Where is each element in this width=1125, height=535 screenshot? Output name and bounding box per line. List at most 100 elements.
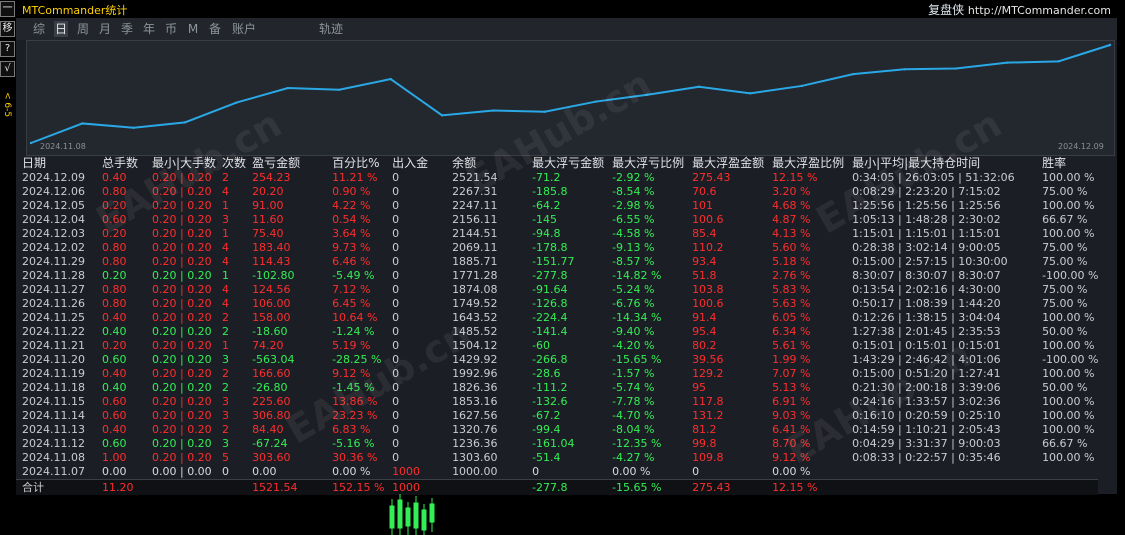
table-cell: 85.4 — [692, 227, 717, 240]
tab-7[interactable]: M — [186, 21, 200, 37]
tab-4[interactable]: 季 — [120, 21, 134, 37]
table-cell: 91.00 — [252, 199, 284, 212]
table-row[interactable]: 2024.11.27 0.80 0.20 | 0.20 4 124.56 7.12 % 0 1… — [16, 283, 1098, 297]
table-cell: 0.20 | 0.20 — [152, 269, 212, 282]
table-cell: 0.20 | 0.20 — [152, 367, 212, 380]
equity-point — [543, 110, 547, 113]
tab-5[interactable]: 年 — [142, 21, 156, 37]
table-cell: 1 — [222, 339, 230, 352]
table-row[interactable]: 2024.11.22 0.40 0.20 | 0.20 2 -18.60 -1.24 % 0… — [16, 325, 1098, 339]
table-row[interactable]: 2024.11.21 0.20 0.20 | 0.20 1 74.20 5.19 % 0 15… — [16, 339, 1098, 353]
tab-8[interactable]: 备 — [208, 21, 222, 37]
brand-link[interactable]: 复盘侠 http://MTCommander.com — [928, 1, 1111, 18]
column-header[interactable]: 日期 — [16, 154, 96, 171]
table-cell: 0.20 | 0.20 — [152, 185, 212, 198]
tab-2[interactable]: 周 — [76, 21, 90, 37]
equity-point — [646, 93, 649, 96]
move-icon[interactable]: 移 — [0, 21, 15, 37]
table-cell: -6.76 % — [612, 297, 655, 310]
table-cell: 5.18 % — [772, 255, 811, 268]
table-cell: 0:13:54 | 2:02:16 | 4:30:00 — [852, 283, 1001, 296]
table-cell: 0.60 — [102, 395, 127, 408]
table-cell: 5.61 % — [772, 339, 811, 352]
table-row[interactable]: 2024.11.29 0.80 0.20 | 0.20 4 114.43 6.46 % 0 1… — [16, 255, 1098, 269]
column-header[interactable]: 最大浮盈比例 — [766, 154, 846, 171]
table-cell: 4 — [222, 283, 230, 296]
tab-9[interactable]: 账户 — [230, 21, 258, 37]
website-url[interactable]: http://MTCommander.com — [968, 4, 1111, 17]
table-cell: 0:14:59 | 1:10:21 | 2:05:43 — [852, 423, 1001, 436]
table-cell: 1000.00 — [452, 465, 498, 478]
table-cell: 0.40 — [102, 423, 127, 436]
table-row[interactable]: 2024.12.09 0.40 0.20 | 0.20 2 254.23 11.21 % 0… — [16, 171, 1098, 185]
column-header[interactable]: 胜率 — [1036, 154, 1098, 171]
equity-point — [1108, 43, 1112, 47]
minimize-icon[interactable]: 一 — [0, 1, 15, 17]
table-row[interactable]: 2024.11.14 0.60 0.20 | 0.20 3 306.80 23.23 % 0… — [16, 409, 1098, 423]
table-cell: -185.8 — [532, 185, 568, 198]
table-cell: 50.00 % — [1042, 325, 1088, 338]
table-cell: 3.20 % — [772, 185, 811, 198]
table-row[interactable]: 2024.11.08 1.00 0.20 | 0.20 5 303.60 30.36 % 0… — [16, 451, 1098, 465]
table-cell: 5.63 % — [772, 297, 811, 310]
equity-point — [338, 88, 341, 91]
column-header[interactable]: 最小|平均|最大持仓时间 — [846, 154, 1036, 171]
table-row[interactable]: 2024.11.12 0.60 0.20 | 0.20 3 -67.24 -5.16 % 0… — [16, 437, 1098, 451]
column-header[interactable]: 余额 — [446, 154, 526, 171]
column-header[interactable]: 最大浮盈金额 — [686, 154, 766, 171]
tab-6[interactable]: 币 — [164, 21, 178, 37]
table-row[interactable]: 2024.11.20 0.60 0.20 | 0.20 3 -563.04 -28.25 … — [16, 353, 1098, 367]
equity-point — [749, 92, 752, 95]
table-cell: 0.20 | 0.20 — [152, 437, 212, 450]
table-cell: 0.54 % — [332, 213, 371, 226]
table-cell: 4 — [222, 297, 230, 310]
table-row[interactable]: 2024.11.26 0.80 0.20 | 0.20 4 106.00 6.45 % 0 1… — [16, 297, 1098, 311]
help-icon[interactable]: ? — [0, 41, 15, 57]
table-cell: -6.55 % — [612, 213, 655, 226]
column-header[interactable]: 出入金 — [386, 154, 446, 171]
table-row[interactable]: 2024.11.28 0.20 0.20 | 0.20 1 -102.80 -5.49 %… — [16, 269, 1098, 283]
table-row[interactable]: 2024.11.07 0.00 0.00 | 0.00 0 0.00 0.00 % 1000… — [16, 465, 1098, 480]
table-row[interactable]: 2024.12.06 0.80 0.20 | 0.20 4 20.20 0.90 % 0 22… — [16, 185, 1098, 199]
table-row[interactable]: 2024.11.13 0.40 0.20 | 0.20 2 84.40 6.83 % 0 13… — [16, 423, 1098, 437]
table-cell: 13.86 % — [332, 395, 378, 408]
table-cell: 100.00 % — [1042, 409, 1095, 422]
table-cell: 100.00 % — [1042, 339, 1095, 352]
equity-point — [697, 85, 701, 88]
table-row[interactable]: 2024.11.18 0.40 0.20 | 0.20 2 -26.80 -1.45 % 0… — [16, 381, 1098, 395]
check-icon[interactable]: √ — [0, 61, 15, 77]
table-cell: 0.60 — [102, 213, 127, 226]
table-cell: -4.70 % — [612, 409, 655, 422]
tab-1[interactable]: 日 — [54, 21, 68, 37]
table-cell: -18.60 — [252, 325, 288, 338]
table-cell: 0:50:17 | 1:08:39 | 1:44:20 — [852, 297, 1001, 310]
column-header[interactable]: 次数 — [216, 154, 246, 171]
column-header[interactable]: 最大浮亏比例 — [606, 154, 686, 171]
table-cell: 0 — [392, 423, 400, 436]
column-header[interactable]: 最大浮亏金额 — [526, 154, 606, 171]
column-header[interactable]: 总手数 — [96, 154, 146, 171]
column-header[interactable]: 百分比% — [326, 154, 386, 171]
table-row[interactable]: 2024.12.03 0.20 0.20 | 0.20 1 75.40 3.64 % 0 21… — [16, 227, 1098, 241]
table-row[interactable]: 2024.11.25 0.40 0.20 | 0.20 2 158.00 10.64 % 0… — [16, 311, 1098, 325]
table-cell: 6.41 % — [772, 423, 811, 436]
table-cell: 183.40 — [252, 241, 291, 254]
table-row[interactable]: 2024.12.02 0.80 0.20 | 0.20 4 183.40 9.73 % 0 2… — [16, 241, 1098, 255]
column-header[interactable]: 最小|大手数 — [146, 154, 216, 171]
tab-0[interactable]: 综 — [32, 21, 46, 37]
tab-3[interactable]: 月 — [98, 21, 112, 37]
table-cell: 2024.12.09 — [22, 171, 85, 184]
table-row[interactable]: 2024.11.15 0.60 0.20 | 0.20 3 225.60 13.86 % 0… — [16, 395, 1098, 409]
table-cell: -28.6 — [532, 367, 561, 380]
summary-cell — [1036, 479, 1099, 495]
table-cell: 2024.11.12 — [22, 437, 85, 450]
table-row[interactable]: 2024.11.19 0.40 0.20 | 0.20 2 166.60 9.12 % 0 1… — [16, 367, 1098, 381]
summary-cell: -277.8 — [526, 479, 607, 495]
table-row[interactable]: 2024.12.05 0.20 0.20 | 0.20 1 91.00 4.22 % 0 22… — [16, 199, 1098, 213]
column-header[interactable]: 盈亏金额 — [246, 154, 326, 171]
table-cell: -100.00 % — [1042, 269, 1099, 282]
table-cell: 20.20 — [252, 185, 284, 198]
summary-cell — [846, 479, 1037, 495]
table-row[interactable]: 2024.12.04 0.60 0.20 | 0.20 3 11.60 0.54 % 0 21… — [16, 213, 1098, 227]
tab-10[interactable]: 轨迹 — [316, 21, 346, 37]
